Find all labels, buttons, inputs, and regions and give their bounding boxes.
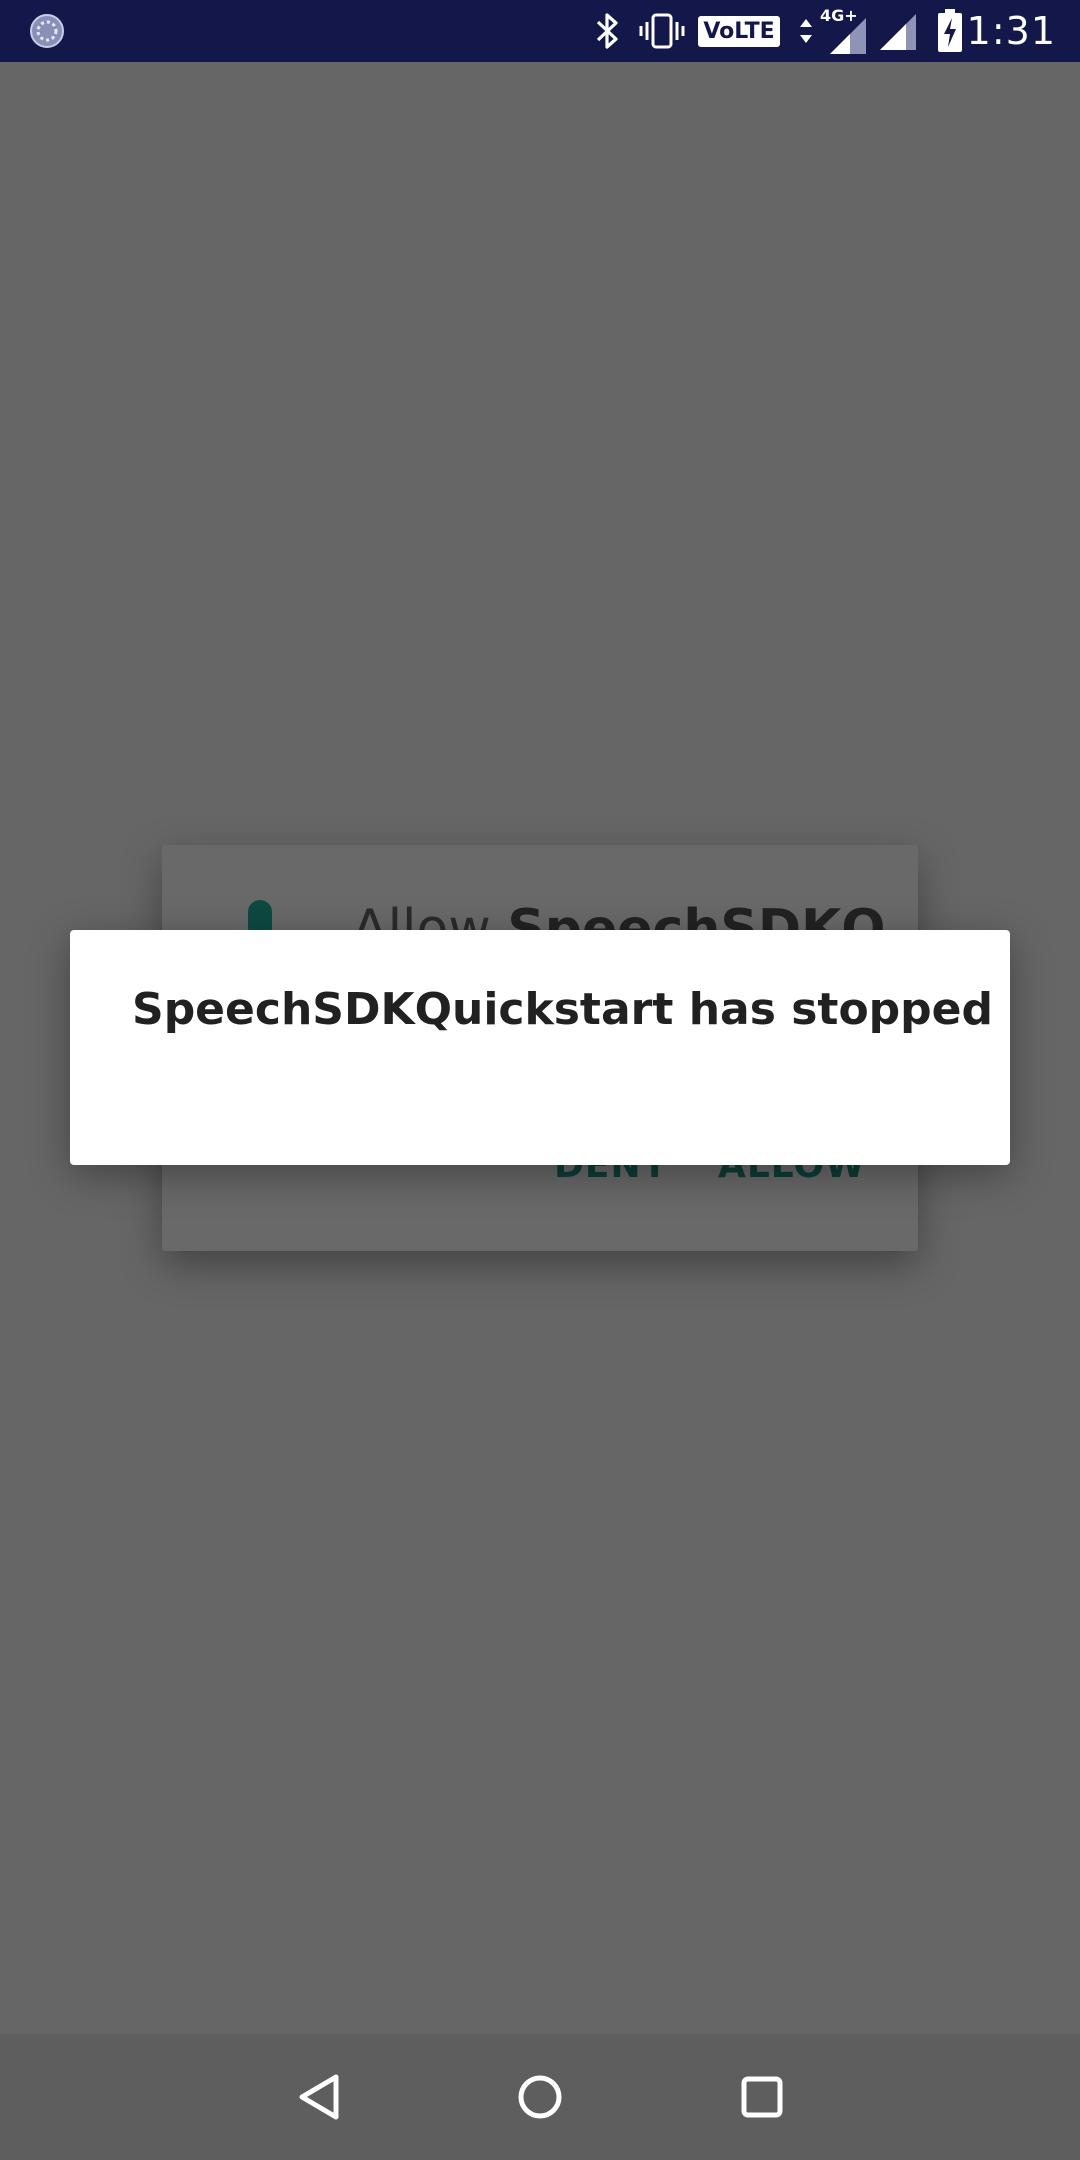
home-button[interactable] xyxy=(495,2052,585,2142)
sync-icon xyxy=(26,0,68,62)
recents-icon xyxy=(741,2076,783,2118)
signal-icon: 4G+ xyxy=(818,0,868,62)
signal-icon xyxy=(876,0,918,62)
home-icon xyxy=(518,2075,562,2119)
vibrate-icon xyxy=(636,0,688,62)
battery-charging-icon xyxy=(934,0,966,62)
screen: VoLTE 4G+ 1:31 Allow SpeechSDKQ DENY ALL… xyxy=(0,0,1080,2160)
recents-button[interactable] xyxy=(717,2052,807,2142)
dialog-title: SpeechSDKQuickstart has stopped xyxy=(132,984,994,1035)
data-arrows-icon xyxy=(796,0,816,62)
back-icon xyxy=(299,2074,339,2120)
status-bar: VoLTE 4G+ 1:31 xyxy=(0,0,1080,62)
status-time: 1:31 xyxy=(966,9,1056,53)
bluetooth-icon xyxy=(588,0,628,62)
app-stopped-dialog: SpeechSDKQuickstart has stopped xyxy=(70,930,1010,1165)
back-button[interactable] xyxy=(275,2052,365,2142)
volte-icon: VoLTE xyxy=(698,0,780,62)
navigation-bar xyxy=(0,2034,1080,2160)
